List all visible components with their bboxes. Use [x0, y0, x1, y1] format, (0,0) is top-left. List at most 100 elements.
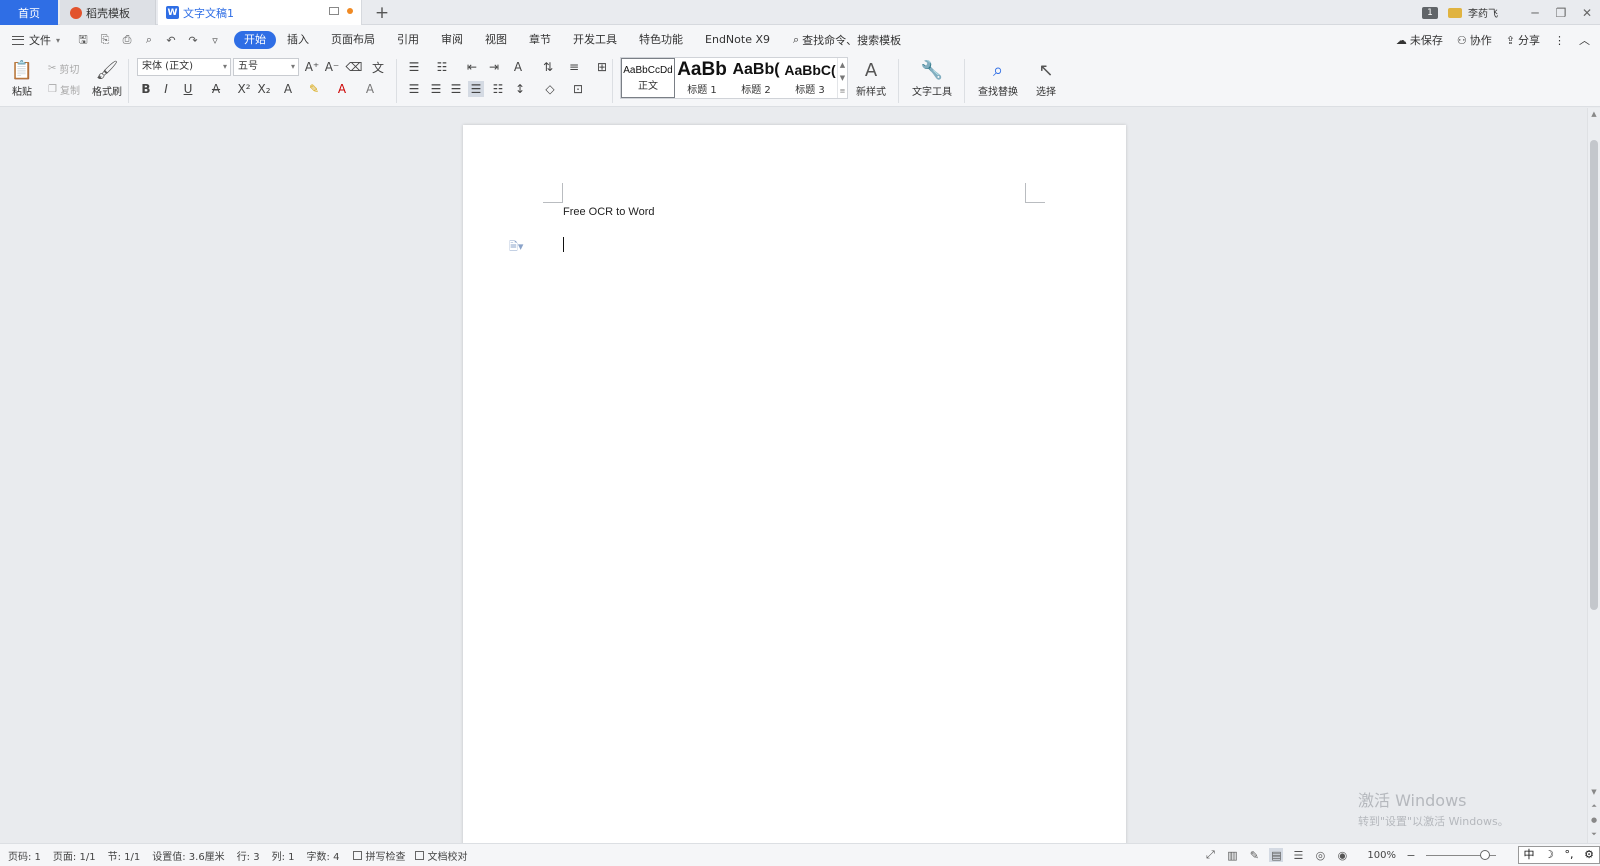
select-button[interactable]: ↖ 选择 [1034, 57, 1058, 99]
eye-protection-icon[interactable]: ◉ [1335, 848, 1349, 862]
scroll-down-icon[interactable]: ▼ [1588, 788, 1600, 796]
ime-halfwidth-icon[interactable]: ☽ [1539, 847, 1559, 863]
customize-toolbar-icon[interactable]: ▿ [208, 33, 222, 47]
doc-proof-toggle[interactable]: 文档校对 [415, 848, 467, 863]
tab-references[interactable]: 引用 [386, 31, 430, 49]
vertical-scrollbar[interactable]: ▲ ▼ ⏶ ● ⏷ [1587, 108, 1600, 843]
document-text[interactable]: Free OCR to Word [563, 206, 655, 218]
scroll-up-icon[interactable]: ▲ [1588, 110, 1600, 118]
status-word-count[interactable]: 字数: 4 [307, 848, 340, 863]
tab-home[interactable]: 首页 [0, 0, 58, 25]
font-size-select[interactable]: 五号 [233, 58, 299, 76]
minimize-button[interactable]: ─ [1522, 6, 1548, 20]
table-layout-icon[interactable]: ⊞ [594, 59, 610, 75]
ime-chinese-mode[interactable]: 中 [1519, 847, 1539, 863]
font-name-select[interactable]: 宋体 (正文) [137, 58, 231, 76]
shading-icon[interactable]: ◇ [542, 81, 558, 97]
align-right-icon[interactable]: ☰ [448, 81, 464, 97]
new-style-button[interactable]: A 新样式 [856, 57, 886, 99]
paste-button[interactable]: 📋 粘贴 [10, 57, 34, 99]
share-button[interactable]: ⇪ 分享 [1506, 32, 1540, 48]
ime-punctuation-icon[interactable]: °, [1559, 847, 1579, 863]
distribute-icon[interactable]: ☷ [490, 81, 506, 97]
chevron-down-icon[interactable]: ▼ [840, 74, 845, 82]
print-preview-icon[interactable]: ⌕ [142, 33, 156, 47]
tab-start[interactable]: 开始 [234, 31, 277, 49]
prev-page-icon[interactable]: ⏶ [1588, 802, 1600, 811]
tab-features[interactable]: 特色功能 [628, 31, 694, 49]
text-tools-button[interactable]: 🔧 文字工具 [912, 57, 952, 99]
chevron-up-icon[interactable]: ▲ [840, 61, 845, 69]
grow-font-icon[interactable]: A⁺ [304, 59, 320, 75]
next-page-icon[interactable]: ⏷ [1588, 830, 1600, 839]
file-menu[interactable]: 文件 ▾ [12, 32, 60, 48]
collab-button[interactable]: ⚇ 协作 [1457, 32, 1492, 48]
strikethrough-icon[interactable]: A [208, 81, 224, 97]
borders-icon[interactable]: ⊡ [570, 81, 586, 97]
copy-button[interactable]: ❐ 复制 [48, 82, 80, 97]
justify-icon[interactable]: ☰ [468, 81, 484, 97]
text-layout-icon[interactable]: ≡ [566, 59, 582, 75]
tab-page-layout[interactable]: 页面布局 [320, 31, 386, 49]
style-heading-3[interactable]: AaBbC( 标题 3 [783, 58, 837, 98]
zoom-out-icon[interactable]: − [1404, 848, 1418, 862]
status-section[interactable]: 节: 1/1 [108, 848, 141, 863]
zoom-slider[interactable] [1426, 849, 1496, 860]
styles-scroll[interactable]: ▲ ▼ ≡ [837, 58, 847, 98]
clear-format-icon[interactable]: ⌫ [346, 59, 363, 75]
style-heading-2[interactable]: AaBb( 标题 2 [729, 58, 783, 98]
paragraph-layout-icon[interactable]: 🗎▾ [509, 238, 523, 257]
status-col[interactable]: 列: 1 [272, 848, 295, 863]
status-setting[interactable]: 设置值: 3.6厘米 [152, 848, 224, 863]
scroll-thumb[interactable] [1590, 140, 1598, 610]
align-center-icon[interactable]: ☰ [428, 81, 444, 97]
status-page-number[interactable]: 页码: 1 [8, 848, 41, 863]
align-left-icon[interactable]: ☰ [406, 81, 422, 97]
save-icon[interactable]: 🖫 [76, 33, 90, 47]
fullscreen-icon[interactable]: ⤢ [1203, 848, 1217, 862]
tab-developer[interactable]: 开发工具 [562, 31, 628, 49]
tab-view[interactable]: 视图 [474, 31, 518, 49]
sort-icon[interactable]: ⇅ [540, 59, 556, 75]
spell-check-toggle[interactable]: 拼写检查 [353, 848, 405, 863]
ime-settings-icon[interactable]: ⚙ [1579, 847, 1599, 863]
format-painter-button[interactable]: 🖌 格式刷 [92, 57, 122, 99]
unsaved-button[interactable]: ☁ 未保存 [1396, 32, 1443, 48]
tab-chapter[interactable]: 章节 [518, 31, 562, 49]
zoom-knob[interactable] [1480, 849, 1490, 860]
reading-mode-icon[interactable]: ▥ [1225, 848, 1239, 862]
print-icon[interactable]: ⎙ [120, 33, 134, 47]
cut-button[interactable]: ✂ 剪切 [48, 61, 79, 76]
bold-icon[interactable]: B [138, 81, 154, 97]
font-color-icon[interactable]: A [334, 81, 350, 97]
increase-indent-icon[interactable]: ⇥ [486, 59, 502, 75]
italic-icon[interactable]: I [158, 81, 174, 97]
monitor-icon[interactable] [329, 7, 339, 15]
numbered-list-icon[interactable]: ☷ [434, 59, 450, 75]
tab-templates[interactable]: 稻壳模板 [60, 0, 156, 25]
text-effect-icon[interactable]: A [280, 81, 296, 97]
change-case-icon[interactable]: A [510, 59, 526, 75]
zoom-level[interactable]: 100% [1367, 850, 1396, 861]
pen-icon[interactable]: ✎ [1247, 848, 1261, 862]
command-search[interactable]: ⌕ 查找命令、搜索模板 [793, 32, 901, 48]
bullet-list-icon[interactable]: ☰ [406, 59, 422, 75]
highlight-icon[interactable]: ✎ [306, 81, 322, 97]
status-row[interactable]: 行: 3 [237, 848, 260, 863]
find-replace-button[interactable]: ⌕ 查找替换 [978, 57, 1018, 99]
window-count-badge[interactable]: 1 [1422, 6, 1438, 19]
collapse-ribbon-icon[interactable]: ︿ [1579, 32, 1590, 48]
tab-insert[interactable]: 插入 [276, 31, 320, 49]
char-shading-icon[interactable]: A [362, 81, 378, 97]
status-pages[interactable]: 页面: 1/1 [53, 848, 96, 863]
redo-icon[interactable]: ↷ [186, 33, 200, 47]
underline-icon[interactable]: U [180, 81, 196, 97]
output-pdf-icon[interactable]: ⎘ [98, 33, 112, 47]
superscript-icon[interactable]: X² [236, 81, 252, 97]
shrink-font-icon[interactable]: A⁻ [324, 59, 340, 75]
select-browse-icon[interactable]: ● [1588, 816, 1600, 824]
line-spacing-icon[interactable]: ↕ [512, 81, 528, 97]
expand-icon[interactable]: ≡ [840, 87, 846, 95]
tab-document[interactable]: W 文字文稿1 [158, 0, 362, 25]
subscript-icon[interactable]: X₂ [256, 81, 272, 97]
